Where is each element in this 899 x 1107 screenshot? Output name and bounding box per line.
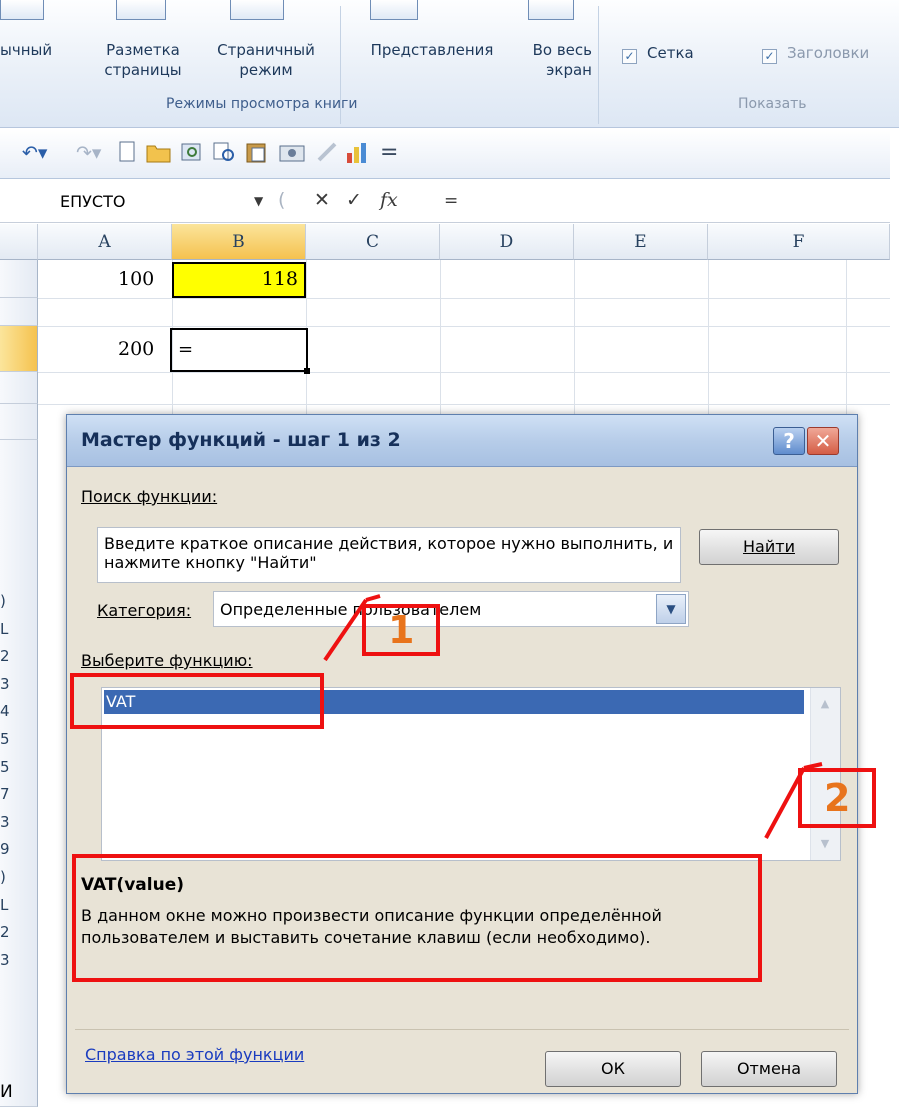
annotation-line-2b	[803, 762, 823, 770]
annotation-line-2	[764, 767, 806, 839]
annotation-line-1	[323, 598, 368, 662]
stray-text: И	[0, 1082, 13, 1102]
annotation-lines	[323, 594, 823, 839]
annotation-line-1b	[365, 594, 381, 602]
